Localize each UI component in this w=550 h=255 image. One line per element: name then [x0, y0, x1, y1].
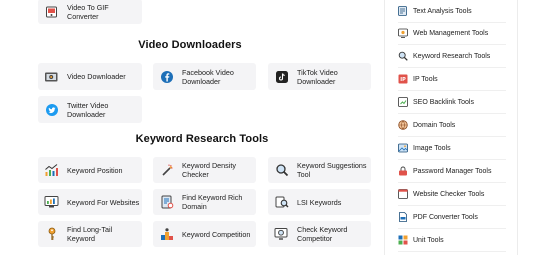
tool-card-keyword-competition[interactable]: Keyword Competition — [153, 221, 256, 247]
sidebar-item-label: SEO Backlink Tools — [413, 98, 474, 106]
tool-card-find-long-tail-keyword[interactable]: Find Long-Tail Keyword — [38, 221, 142, 247]
tool-card-video-downloader[interactable]: Video Downloader — [38, 63, 142, 90]
sidebar-item-pdf-converter[interactable]: PDF Converter Tools — [398, 206, 506, 229]
tiktok-icon — [274, 69, 289, 84]
sidebar-item-label: Image Tools — [413, 144, 451, 152]
tool-card-label: Keyword Competition — [182, 229, 251, 239]
sidebar-item-ip[interactable]: IP IP Tools — [398, 68, 506, 91]
sidebar-item-label: PDF Converter Tools — [413, 213, 478, 221]
tool-card-label: Keyword For Websites — [67, 197, 140, 207]
chart-screen-icon — [44, 195, 59, 210]
tool-card-twitter-video-downloader[interactable]: Twitter Video Downloader — [38, 96, 142, 123]
tool-card-keyword-for-websites[interactable]: Keyword For Websites — [38, 189, 142, 215]
tool-card-find-keyword-rich-domain[interactable]: Find Keyword Rich Domain — [153, 189, 256, 215]
sidebar-item-image[interactable]: Image Tools — [398, 137, 506, 160]
main-content: Video To GIF Converter Video Downloaders… — [0, 0, 380, 255]
tool-card-check-keyword-competitor[interactable]: Check Keyword Competitor — [268, 221, 371, 247]
magnifier-icon — [274, 163, 289, 178]
section-title-keyword-research: Keyword Research Tools — [135, 133, 269, 145]
keyword-competitor-icon — [274, 227, 289, 242]
video-gif-icon — [44, 4, 59, 19]
sidebar-item-domain[interactable]: Domain Tools — [398, 114, 506, 137]
seo-backlink-icon — [398, 97, 408, 107]
tool-card-label: Find Long-Tail Keyword — [67, 225, 113, 243]
tool-card-label: Keyword Density Checker — [182, 161, 236, 179]
tool-card-label: TikTok Video Downloader — [297, 67, 338, 86]
tool-card-facebook-video-downloader[interactable]: Facebook Video Downloader — [153, 63, 256, 90]
sidebar-item-label: Unit Tools — [413, 236, 444, 244]
ip-icon: IP — [398, 74, 408, 84]
image-icon — [398, 143, 408, 153]
sidebar-divider — [517, 0, 518, 255]
unit-icon — [398, 235, 408, 245]
sidebar-item-unit[interactable]: Unit Tools — [398, 229, 506, 252]
tool-card-video-to-gif[interactable]: Video To GIF Converter — [38, 0, 142, 24]
tool-card-label: Twitter Video Downloader — [67, 100, 109, 119]
twitter-icon — [44, 102, 59, 117]
sidebar-item-website-checker[interactable]: Website Checker Tools — [398, 183, 506, 206]
tool-card-keyword-position[interactable]: Keyword Position — [38, 157, 142, 183]
sidebar-item-text-analysis[interactable]: Text Analysis Tools — [398, 0, 506, 23]
sidebar-item-label: Website Checker Tools — [413, 190, 485, 198]
web-management-icon — [398, 28, 408, 38]
website-checker-icon — [398, 189, 408, 199]
video-download-icon — [44, 69, 59, 84]
tool-card-label: LSI Keywords — [297, 197, 342, 207]
tool-card-label: Keyword Position — [67, 165, 123, 175]
tool-card-keyword-density-checker[interactable]: Keyword Density Checker — [153, 157, 256, 183]
tool-card-label: Video Downloader — [67, 72, 126, 81]
password-icon — [398, 166, 408, 176]
sidebar-item-password-manager[interactable]: Password Manager Tools — [398, 160, 506, 183]
sidebar-categories: Text Analysis Tools Web Management Tools… — [384, 0, 550, 255]
facebook-icon — [159, 69, 174, 84]
section-title-video-downloaders: Video Downloaders — [138, 39, 242, 51]
text-analysis-icon — [398, 6, 408, 16]
tool-card-label: Check Keyword Competitor — [297, 225, 348, 243]
tool-card-label: Facebook Video Downloader — [182, 67, 234, 86]
sidebar-item-web-management[interactable]: Web Management Tools — [398, 22, 506, 45]
pdf-icon — [398, 212, 408, 222]
key-icon — [44, 227, 59, 242]
svg-text:IP: IP — [400, 77, 406, 83]
domain-doc-icon — [159, 195, 174, 210]
tool-card-keyword-suggestions-tool[interactable]: Keyword Suggestions Tool — [268, 157, 371, 183]
sidebar-item-label: Web Management Tools — [413, 29, 489, 37]
tool-card-tiktok-video-downloader[interactable]: TikTok Video Downloader — [268, 63, 371, 90]
sidebar-item-seo-backlink[interactable]: SEO Backlink Tools — [398, 91, 506, 114]
tool-card-label: Find Keyword Rich Domain — [182, 193, 243, 211]
domain-icon — [398, 120, 408, 130]
sidebar-item-keyword-research[interactable]: Keyword Research Tools — [398, 45, 506, 68]
sidebar-divider — [384, 0, 385, 255]
sidebar-item-label: Keyword Research Tools — [413, 52, 491, 60]
tool-card-lsi-keywords[interactable]: LSI Keywords — [268, 189, 371, 215]
tool-card-label: Video To GIF Converter — [67, 2, 109, 21]
sidebar-item-label: Domain Tools — [413, 121, 456, 129]
sidebar-item-label: IP Tools — [413, 75, 438, 83]
tool-card-label: Keyword Suggestions Tool — [297, 161, 367, 179]
keyword-research-icon — [398, 51, 408, 61]
chart-up-icon — [44, 163, 59, 178]
sidebar-item-label: Password Manager Tools — [413, 167, 492, 175]
sidebar-item-label: Text Analysis Tools — [413, 7, 472, 15]
lsi-search-icon — [274, 195, 289, 210]
competition-icon — [159, 227, 174, 242]
magic-wand-icon — [159, 163, 174, 178]
